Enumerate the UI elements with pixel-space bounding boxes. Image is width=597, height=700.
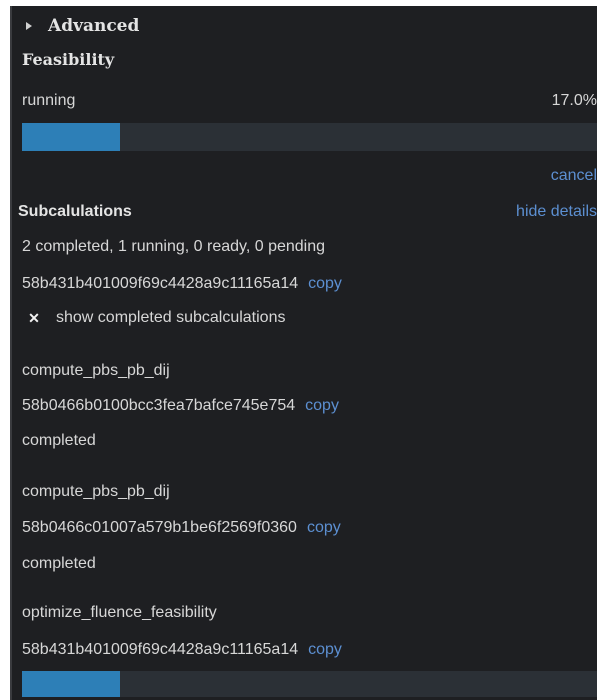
feasibility-progress-bar: [22, 123, 597, 151]
subcalculations-title: Subcalulations: [18, 203, 132, 220]
screenshot-frame: Advanced Feasibility running 17.0% cance…: [0, 0, 597, 700]
subcalc-id: 58b0466b0100bcc3fea7bafce745e754: [22, 397, 296, 414]
advanced-toggle[interactable]: Advanced: [26, 14, 139, 38]
subcalc-id-row: 58b431b401009f69c4428a9c11165a14 copy: [22, 641, 342, 659]
subcalc-id-row: 58b0466c01007a579b1be6f2569f0360 copy: [22, 519, 341, 537]
subcalc-progress-bar: [22, 671, 597, 697]
triangle-right-icon: [26, 22, 32, 30]
copy-link[interactable]: copy: [308, 641, 342, 658]
subcalc-progress-fill: [22, 671, 120, 697]
feasibility-progress-fill: [22, 123, 120, 151]
subcalc-id: 58b431b401009f69c4428a9c11165a14: [22, 641, 299, 658]
hide-details-link[interactable]: hide details: [516, 203, 597, 221]
calculation-panel: Advanced Feasibility running 17.0% cance…: [10, 6, 597, 700]
subcalc-status: completed: [22, 555, 96, 572]
x-mark-icon[interactable]: ✕: [26, 310, 42, 326]
subcalc-name: compute_pbs_pb_dij: [22, 483, 170, 500]
subcalculations-id: 58b431b401009f69c4428a9c11165a14: [22, 275, 299, 292]
copy-link[interactable]: copy: [308, 275, 342, 292]
subcalc-status: completed: [22, 432, 96, 449]
copy-link[interactable]: copy: [307, 519, 341, 536]
subcalc-id-row: 58b0466b0100bcc3fea7bafce745e754 copy: [22, 397, 339, 415]
cancel-link[interactable]: cancel: [551, 167, 597, 185]
advanced-label: Advanced: [48, 16, 140, 36]
subcalculations-id-row: 58b431b401009f69c4428a9c11165a14 copy: [22, 275, 342, 293]
feasibility-percent: 17.0%: [551, 92, 597, 109]
subcalc-id: 58b0466c01007a579b1be6f2569f0360: [22, 519, 297, 536]
feasibility-status: running: [22, 92, 76, 109]
subcalculations-summary: 2 completed, 1 running, 0 ready, 0 pendi…: [22, 238, 326, 255]
subcalc-name: compute_pbs_pb_dij: [22, 362, 170, 379]
subcalc-name: optimize_fluence_feasibility: [22, 604, 217, 621]
show-completed-row[interactable]: ✕ show completed subcalculations: [26, 309, 285, 327]
copy-link[interactable]: copy: [305, 397, 339, 414]
feasibility-title: Feasibility: [22, 50, 115, 69]
show-completed-label: show completed subcalculations: [56, 309, 286, 326]
